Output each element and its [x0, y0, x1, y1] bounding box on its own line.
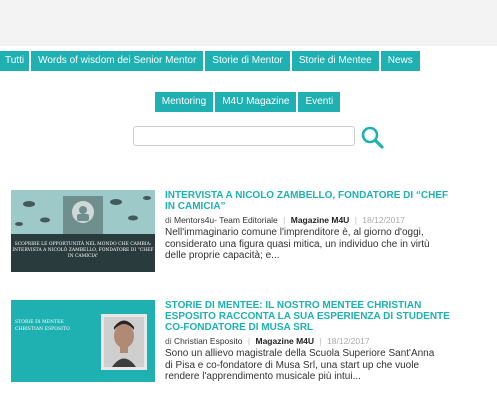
filter-tab-words-of-wisdom[interactable]: Words of wisdom dei Senior Mentor: [31, 51, 204, 71]
article-author[interactable]: Mentors4u- Team Editoriale: [174, 215, 278, 225]
filter-tab-mentoring[interactable]: Mentoring: [154, 92, 214, 112]
meta-separator: |: [247, 336, 251, 346]
author-prefix: di: [165, 336, 172, 346]
article-excerpt: Sono un allievo magistrale della Scuola …: [165, 348, 497, 383]
filter-tab-m4u-magazine[interactable]: M4U Magazine: [215, 92, 297, 112]
thumbnail-caption: Storie di Mentee Christian Esposito: [15, 320, 70, 332]
article-thumbnail[interactable]: Scoprire le opportunità nel mondo che ca…: [11, 190, 155, 272]
thumbnail-caption: Scoprire le opportunità nel mondo che ca…: [12, 242, 154, 259]
article-title-line: IN CAMICIA”: [165, 201, 226, 212]
article-content: STORIE DI MENTEE: IL NOSTRO MENTEE CHRIS…: [165, 300, 497, 383]
search-icon: [361, 126, 384, 149]
filter-tab-eventi[interactable]: Eventi: [298, 92, 341, 112]
article-title-line: ESPOSITO RACCONTA LA SUA ESPERIENZA DI S…: [165, 311, 450, 322]
article-title-link[interactable]: STORIE DI MENTEE: IL NOSTRO MENTEE CHRIS…: [165, 300, 497, 333]
search-input[interactable]: [133, 126, 355, 146]
article-author[interactable]: Christian Esposito: [174, 336, 243, 346]
meta-separator: |: [283, 215, 286, 225]
article-card: Scoprire le opportunità nel mondo che ca…: [0, 190, 497, 288]
article-thumbnail[interactable]: Storie di Mentee Christian Esposito: [11, 300, 155, 382]
excerpt-line: Sono un allievo magistrale della Scuola …: [165, 348, 435, 359]
article-title-link[interactable]: INTERVISTA A NICOLÒ ZAMBELLO, FONDATORE …: [165, 190, 497, 212]
excerpt-line: rendere l'apprendimento musicale più int…: [165, 371, 361, 382]
filter-tab-storie-di-mentee[interactable]: Storie di Mentee: [291, 51, 379, 71]
article-meta: di Mentors4u- Team Editoriale | Magazine…: [165, 214, 497, 226]
meta-separator: |: [354, 215, 357, 225]
excerpt-line: considerato una figura quasi mitica, un …: [165, 238, 430, 250]
category-filter-bar: Tutti Words of wisdom dei Senior Mentor St…: [0, 51, 422, 71]
excerpt-line: delle proprie capacità; e...: [165, 250, 280, 261]
article-category[interactable]: Magazine M4U: [255, 336, 314, 346]
article-title-line: CO-FONDATORE DI MUSA SRL: [165, 322, 314, 333]
article-title-line: INTERVISTA A NICOLÒ ZAMBELLO, FONDATORE …: [165, 190, 449, 201]
author-prefix: di: [165, 215, 172, 225]
article-category[interactable]: Magazine M4U: [291, 215, 350, 225]
section-filter-bar: Mentoring M4U Magazine Eventi: [0, 92, 497, 112]
excerpt-line: di Pisa e co-fondatore di Musa Srl, una …: [165, 359, 420, 371]
article-title-line: STORIE DI MENTEE: IL NOSTRO MENTEE CHRIS…: [165, 300, 422, 311]
article-card: Storie di Mentee Christian Esposito STOR…: [0, 300, 497, 399]
article-excerpt: Nell'immaginario comune l'imprenditore è…: [165, 227, 497, 262]
article-date: 18/12/2017: [327, 336, 370, 346]
article-meta: di Christian Esposito | Magazine M4U | 1…: [165, 335, 497, 347]
excerpt-line: Nell'immaginario comune l'imprenditore è…: [165, 227, 424, 238]
filter-tab-news[interactable]: News: [380, 51, 420, 71]
filter-tab-storie-di-mentor[interactable]: Storie di Mentor: [205, 51, 290, 71]
search-button[interactable]: [360, 125, 386, 151]
meta-separator: |: [319, 336, 322, 346]
filter-tab-tutti[interactable]: Tutti: [0, 51, 30, 71]
article-date: 18/12/2017: [362, 215, 405, 225]
article-content: INTERVISTA A NICOLÒ ZAMBELLO, FONDATORE …: [165, 190, 497, 262]
page-header-area: [0, 0, 497, 46]
